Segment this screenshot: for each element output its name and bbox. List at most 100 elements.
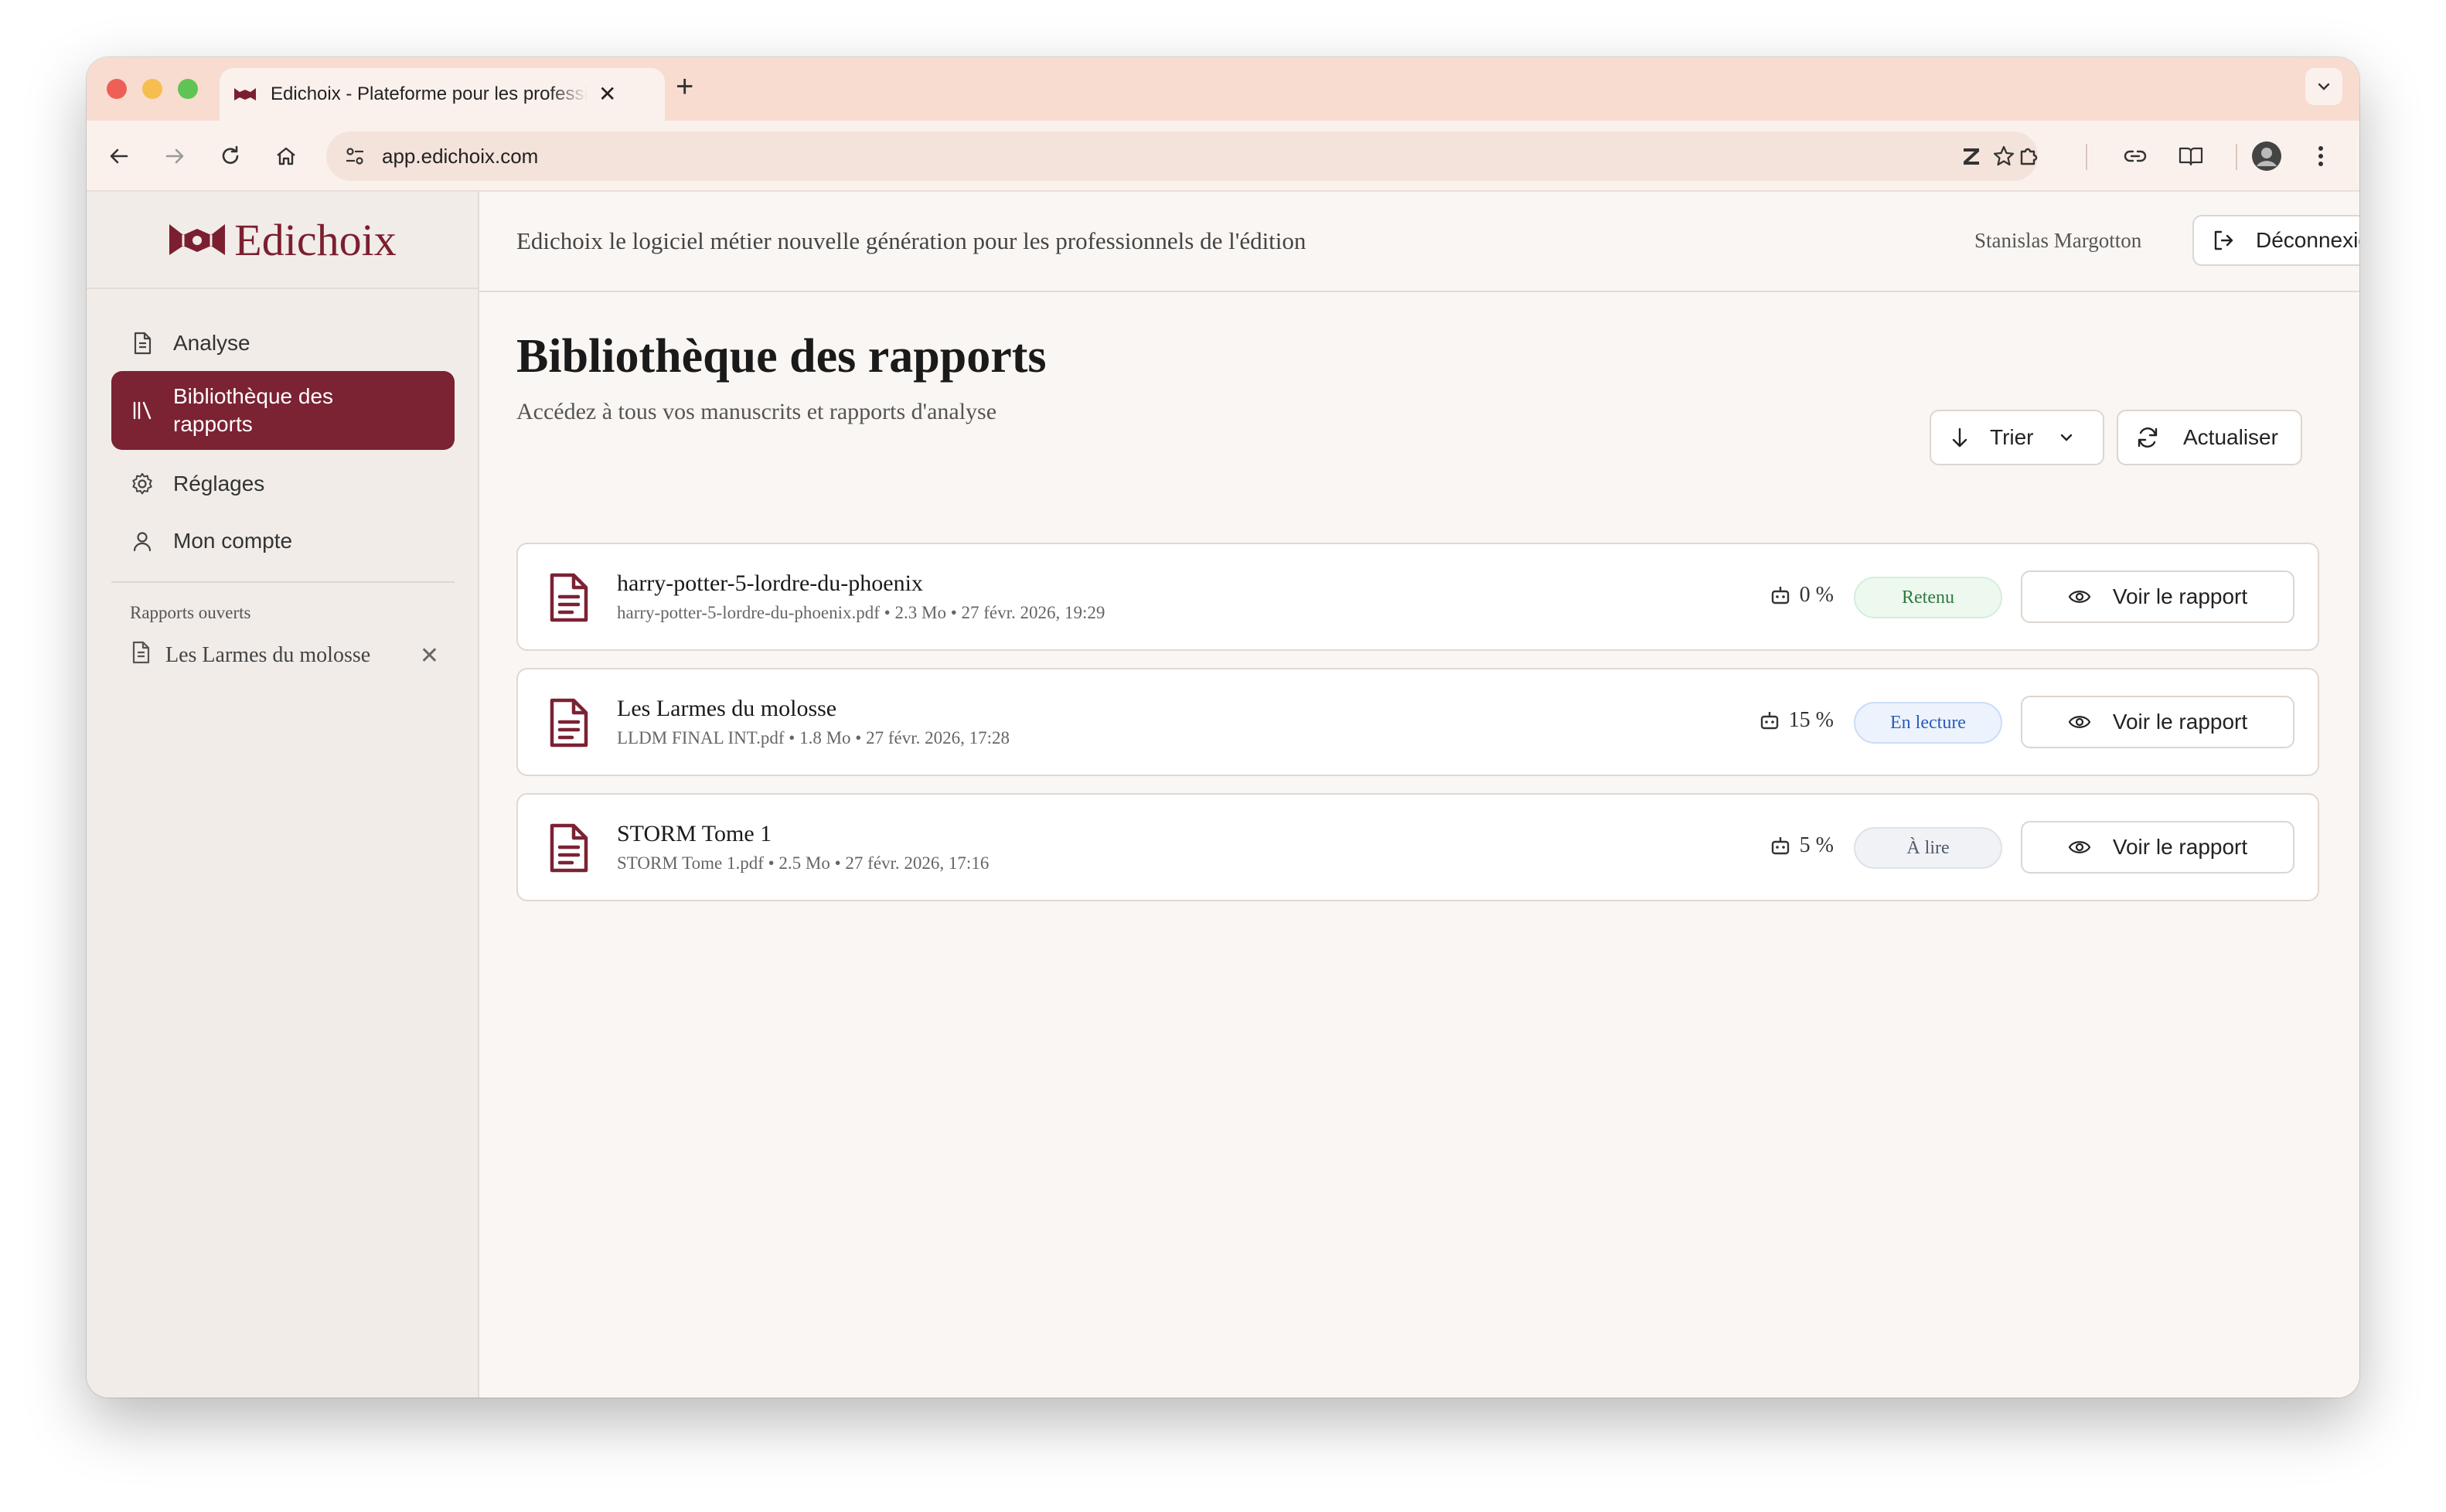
arrow-down-icon	[1950, 426, 1970, 449]
page-title: Bibliothèque des rapports	[516, 330, 1047, 383]
logout-icon	[2211, 228, 2236, 253]
ai-score-value: 15 %	[1788, 708, 1834, 732]
browser-tab[interactable]: Edichoix - Plateforme pour les professio…	[220, 68, 665, 121]
link-icon	[2124, 150, 2147, 162]
sort-label: Trier	[1990, 425, 2034, 449]
report-title: Les Larmes du molosse	[617, 696, 837, 721]
forward-button[interactable]	[159, 141, 190, 172]
zotero-extension-button[interactable]	[1956, 141, 1987, 172]
robot-icon	[1758, 710, 1781, 731]
report-card[interactable]: STORM Tome 1 STORM Tome 1.pdf • 2.5 Mo •…	[516, 793, 2319, 901]
app-header: Edichoix le logiciel métier nouvelle gén…	[479, 192, 2359, 292]
zotero-icon	[1964, 148, 1979, 165]
minimize-window-button[interactable]	[142, 79, 162, 99]
profile-button[interactable]	[2251, 141, 2282, 172]
arrow-left-icon	[110, 148, 128, 164]
sidebar-item-reglages[interactable]: Réglages	[111, 459, 455, 509]
reload-icon	[222, 145, 239, 164]
status-badge: En lecture	[1854, 702, 2002, 744]
user-icon	[130, 529, 155, 553]
view-report-button[interactable]: Voir le rapport	[2021, 821, 2294, 873]
site-info-icon	[346, 148, 363, 165]
view-report-button[interactable]: Voir le rapport	[2021, 570, 2294, 623]
report-card[interactable]: Les Larmes du molosse LLDM FINAL INT.pdf…	[516, 668, 2319, 776]
ai-score: 15 %	[1758, 708, 1834, 733]
refresh-icon	[2135, 425, 2160, 450]
view-report-label: Voir le rapport	[2112, 710, 2248, 734]
more-vertical-icon	[2318, 146, 2323, 166]
sidebar-divider	[111, 581, 455, 583]
app-tagline: Edichoix le logiciel métier nouvelle gén…	[516, 227, 1306, 254]
robot-icon	[1769, 835, 1792, 856]
main-content: Edichoix le logiciel métier nouvelle gén…	[479, 192, 2359, 1398]
report-card[interactable]: harry-potter-5-lordre-du-phoenix harry-p…	[516, 543, 2319, 651]
report-meta: harry-potter-5-lordre-du-phoenix.pdf • 2…	[617, 603, 1105, 622]
close-icon[interactable]: ✕	[420, 642, 439, 669]
sidebar-item-label: Bibliothèque des rapports	[173, 384, 334, 436]
report-meta: LLDM FINAL INT.pdf • 1.8 Mo • 27 févr. 2…	[617, 728, 1010, 747]
ai-score-value: 5 %	[1799, 833, 1834, 857]
eye-icon	[2068, 838, 2091, 856]
browser-menu-button[interactable]	[2305, 141, 2336, 172]
document-icon	[550, 698, 588, 747]
library-icon	[130, 398, 155, 423]
sort-button[interactable]: Trier	[1930, 410, 2104, 465]
tab-strip: Edichoix - Plateforme pour les professio…	[87, 57, 2359, 121]
sidebar: Edichoix Analyse Bibliothèque des rappor…	[87, 192, 479, 1398]
chevron-down-icon	[2318, 83, 2330, 90]
copy-link-button[interactable]	[2120, 141, 2151, 172]
gear-icon	[130, 472, 155, 496]
puzzle-icon	[2020, 148, 2038, 165]
view-report-button[interactable]: Voir le rapport	[2021, 696, 2294, 748]
address-bar[interactable]: app.edichoix.com	[326, 131, 2038, 181]
ai-score-value: 0 %	[1799, 583, 1834, 607]
status-badge: À lire	[1854, 827, 2002, 869]
eye-icon	[2068, 587, 2091, 606]
report-meta: STORM Tome 1.pdf • 2.5 Mo • 27 févr. 202…	[617, 853, 990, 873]
browser-window: Edichoix - Plateforme pour les professio…	[87, 57, 2359, 1398]
extensions-button[interactable]	[2013, 141, 2044, 172]
sidebar-item-label: Mon compte	[173, 529, 293, 553]
book-open-icon	[2179, 147, 2203, 166]
open-report-item[interactable]: Les Larmes du molosse ✕	[130, 634, 439, 677]
sidebar-item-mon-compte[interactable]: Mon compte	[111, 516, 455, 566]
logout-label: Déconnexion	[2256, 228, 2359, 252]
chevron-down-icon	[2057, 428, 2076, 447]
home-button[interactable]	[271, 141, 301, 172]
logo[interactable]: Edichoix	[87, 192, 478, 289]
logout-button[interactable]: Déconnexion	[2192, 215, 2359, 266]
report-title: STORM Tome 1	[617, 821, 772, 846]
document-icon	[550, 823, 588, 873]
sidebar-item-label: Analyse	[173, 331, 250, 355]
page-subtitle: Accédez à tous vos manuscrits et rapport…	[516, 399, 997, 424]
sidebar-item-bibliotheque[interactable]: Bibliothèque des rapports	[111, 371, 455, 450]
status-badge: Retenu	[1854, 577, 2002, 618]
reload-button[interactable]	[215, 141, 246, 172]
close-window-button[interactable]	[107, 79, 127, 99]
report-title: harry-potter-5-lordre-du-phoenix	[617, 570, 923, 596]
refresh-label: Actualiser	[2183, 425, 2278, 449]
robot-icon	[1769, 584, 1792, 606]
sidebar-item-analyse[interactable]: Analyse	[111, 318, 455, 368]
reading-mode-button[interactable]	[2175, 141, 2206, 172]
file-text-icon	[130, 331, 155, 356]
new-tab-button[interactable]: +	[676, 71, 693, 102]
view-report-label: Voir le rapport	[2112, 835, 2248, 859]
eye-icon	[2068, 713, 2091, 731]
ai-score: 0 %	[1769, 583, 1834, 608]
toolbar-divider	[2236, 144, 2237, 170]
back-button[interactable]	[104, 141, 135, 172]
tab-search-button[interactable]	[2305, 68, 2342, 105]
avatar	[2252, 141, 2281, 171]
tab-title: Edichoix - Plateforme pour les professio…	[271, 83, 588, 104]
toolbar-divider	[2086, 144, 2087, 170]
document-icon	[550, 573, 588, 622]
maximize-window-button[interactable]	[178, 79, 198, 99]
ai-score: 5 %	[1769, 833, 1834, 858]
view-report-label: Voir le rapport	[2112, 584, 2248, 608]
url-text: app.edichoix.com	[382, 144, 539, 168]
refresh-button[interactable]: Actualiser	[2117, 410, 2302, 465]
home-icon	[277, 147, 295, 165]
tab-close-icon[interactable]: ✕	[598, 83, 616, 105]
browser-toolbar: app.edichoix.com	[87, 121, 2359, 192]
